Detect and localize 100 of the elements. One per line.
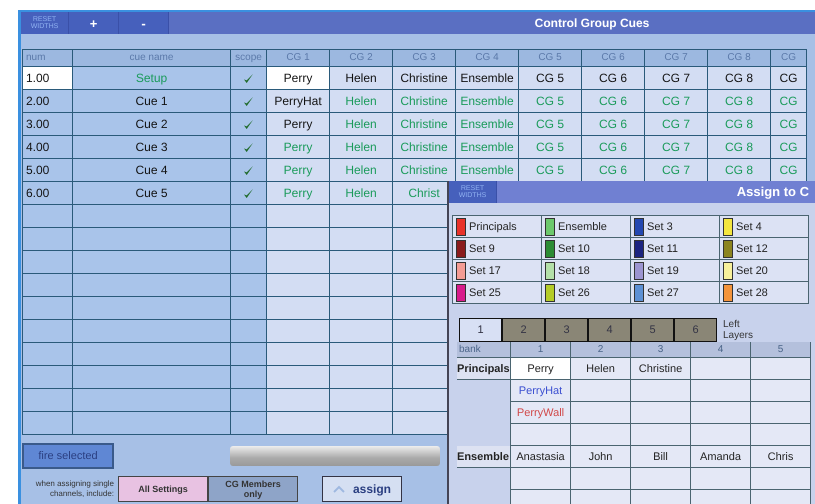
set-name: Set 9	[469, 242, 495, 254]
plus-button[interactable]: +	[69, 12, 119, 34]
table-cell[interactable]: 3.00	[23, 113, 73, 136]
set-item[interactable]: Set 4	[720, 216, 809, 238]
check-icon[interactable]	[243, 96, 254, 106]
column-header: CG 2	[330, 50, 393, 67]
option-button[interactable]: All Settings	[118, 476, 208, 502]
group-label: Principals	[457, 358, 511, 380]
set-item[interactable]: Set 3	[631, 216, 720, 238]
table-cell[interactable]: Perry	[267, 113, 330, 136]
table-cell[interactable]: Cue 3	[73, 136, 231, 159]
column-header: 5	[751, 342, 811, 358]
column-header: CG 3	[393, 50, 456, 67]
set-name: Set 12	[736, 242, 768, 254]
set-name: Set 17	[469, 264, 501, 276]
column-header: CG 5	[519, 50, 582, 67]
table-cell[interactable]: 2.00	[23, 90, 73, 113]
column-header: CG 7	[645, 50, 708, 67]
layer-tab[interactable]: 1	[459, 318, 502, 342]
set-name: Set 27	[647, 286, 679, 298]
layer-tab[interactable]: 6	[674, 318, 717, 342]
column-header: num	[23, 50, 73, 67]
set-name: Set 10	[558, 242, 590, 254]
column-header: bank	[457, 342, 511, 358]
bank-cell[interactable]: John	[571, 446, 631, 468]
set-item[interactable]: Set 26	[542, 282, 631, 304]
table-cell[interactable]: Perry	[267, 67, 330, 90]
set-item[interactable]: Set 27	[631, 282, 720, 304]
set-item[interactable]: Set 18	[542, 260, 631, 282]
layer-tab[interactable]: 5	[631, 318, 674, 342]
set-item[interactable]: Set 9	[453, 238, 542, 260]
check-icon[interactable]	[243, 118, 254, 130]
check-icon[interactable]	[243, 72, 254, 84]
set-name: Set 19	[647, 264, 679, 276]
column-header: 3	[631, 342, 691, 358]
set-name: Set 25	[469, 286, 501, 298]
bank-cell[interactable]: Anastasia	[511, 446, 571, 468]
assign-button[interactable]: assign	[322, 476, 402, 502]
check-icon[interactable]	[243, 142, 254, 152]
minus-button[interactable]: -	[119, 12, 169, 34]
set-name: Set 28	[736, 286, 768, 298]
layer-tab[interactable]: 2	[502, 318, 545, 342]
bank-cell[interactable]: Perry	[511, 358, 571, 380]
column-header: CG 4	[456, 50, 519, 67]
table-cell[interactable]: Helen	[330, 67, 393, 90]
table-cell[interactable]: CG 7	[645, 67, 708, 90]
table-cell[interactable]: Ensemble	[456, 67, 519, 90]
set-name: Set 3	[647, 220, 673, 232]
set-item[interactable]: Set 28	[720, 282, 809, 304]
layer-tab[interactable]: 4	[588, 318, 631, 342]
set-item[interactable]: Principals	[453, 216, 542, 238]
layer-tab[interactable]: 3	[545, 318, 588, 342]
column-header: scope	[231, 50, 267, 67]
table-cell[interactable]: 1.00	[23, 67, 73, 90]
table-cell[interactable]: 6.00	[23, 182, 73, 205]
window-title: Control Group Cues	[534, 15, 650, 32]
set-name: Ensemble	[558, 220, 607, 232]
set-item[interactable]: Set 19	[631, 260, 720, 282]
set-item[interactable]: Ensemble	[542, 216, 631, 238]
table-cell[interactable]: Cue 5	[73, 182, 231, 205]
table-cell[interactable]: Cue 4	[73, 159, 231, 182]
column-header: CG	[771, 50, 807, 67]
table-cell[interactable]: 5.00	[23, 159, 73, 182]
scroll-bar[interactable]	[230, 446, 440, 466]
layers-label: Left Layers	[723, 319, 754, 341]
set-name: Set 18	[558, 264, 590, 276]
column-header: 1	[511, 342, 571, 358]
option-label: when assigning single channels, include:	[34, 479, 114, 499]
column-header: CG 8	[708, 50, 771, 67]
table-cell[interactable]: Cue 1	[73, 90, 231, 113]
bank-cell[interactable]: PerryHat	[511, 380, 571, 402]
set-item[interactable]: Set 11	[631, 238, 720, 260]
table-cell[interactable]: CG 8	[708, 67, 771, 90]
bank-cell[interactable]: Amanda	[691, 446, 751, 468]
set-item[interactable]: Set 12	[720, 238, 809, 260]
table-cell[interactable]: CG 6	[582, 67, 645, 90]
check-icon[interactable]	[243, 188, 254, 198]
table-cell[interactable]: PerryHat	[267, 90, 330, 113]
table-cell[interactable]: Christine	[393, 67, 456, 90]
bank-cell[interactable]: Chris	[751, 446, 811, 468]
table-cell[interactable]: CG	[771, 67, 807, 90]
window-title: Assign to C	[736, 183, 809, 201]
bank-cell[interactable]: Bill	[631, 446, 691, 468]
table-cell[interactable]: CG 5	[519, 67, 582, 90]
column-header: 4	[691, 342, 751, 358]
set-item[interactable]: Set 17	[453, 260, 542, 282]
check-icon[interactable]	[243, 164, 254, 176]
column-header: 2	[571, 342, 631, 358]
table-cell[interactable]: 4.00	[23, 136, 73, 159]
set-name: Set 26	[558, 286, 590, 298]
bank-cell[interactable]: Christine	[631, 358, 691, 380]
set-item[interactable]: Set 25	[453, 282, 542, 304]
column-header: cue name	[73, 50, 231, 67]
set-item[interactable]: Set 20	[720, 260, 809, 282]
bank-cell[interactable]: Helen	[571, 358, 631, 380]
set-item[interactable]: Set 10	[542, 238, 631, 260]
option-button[interactable]: CG Members only	[208, 476, 298, 502]
table-cell[interactable]: Cue 2	[73, 113, 231, 136]
bank-cell[interactable]: PerryWall	[511, 402, 571, 424]
set-name: Set 20	[736, 264, 768, 276]
